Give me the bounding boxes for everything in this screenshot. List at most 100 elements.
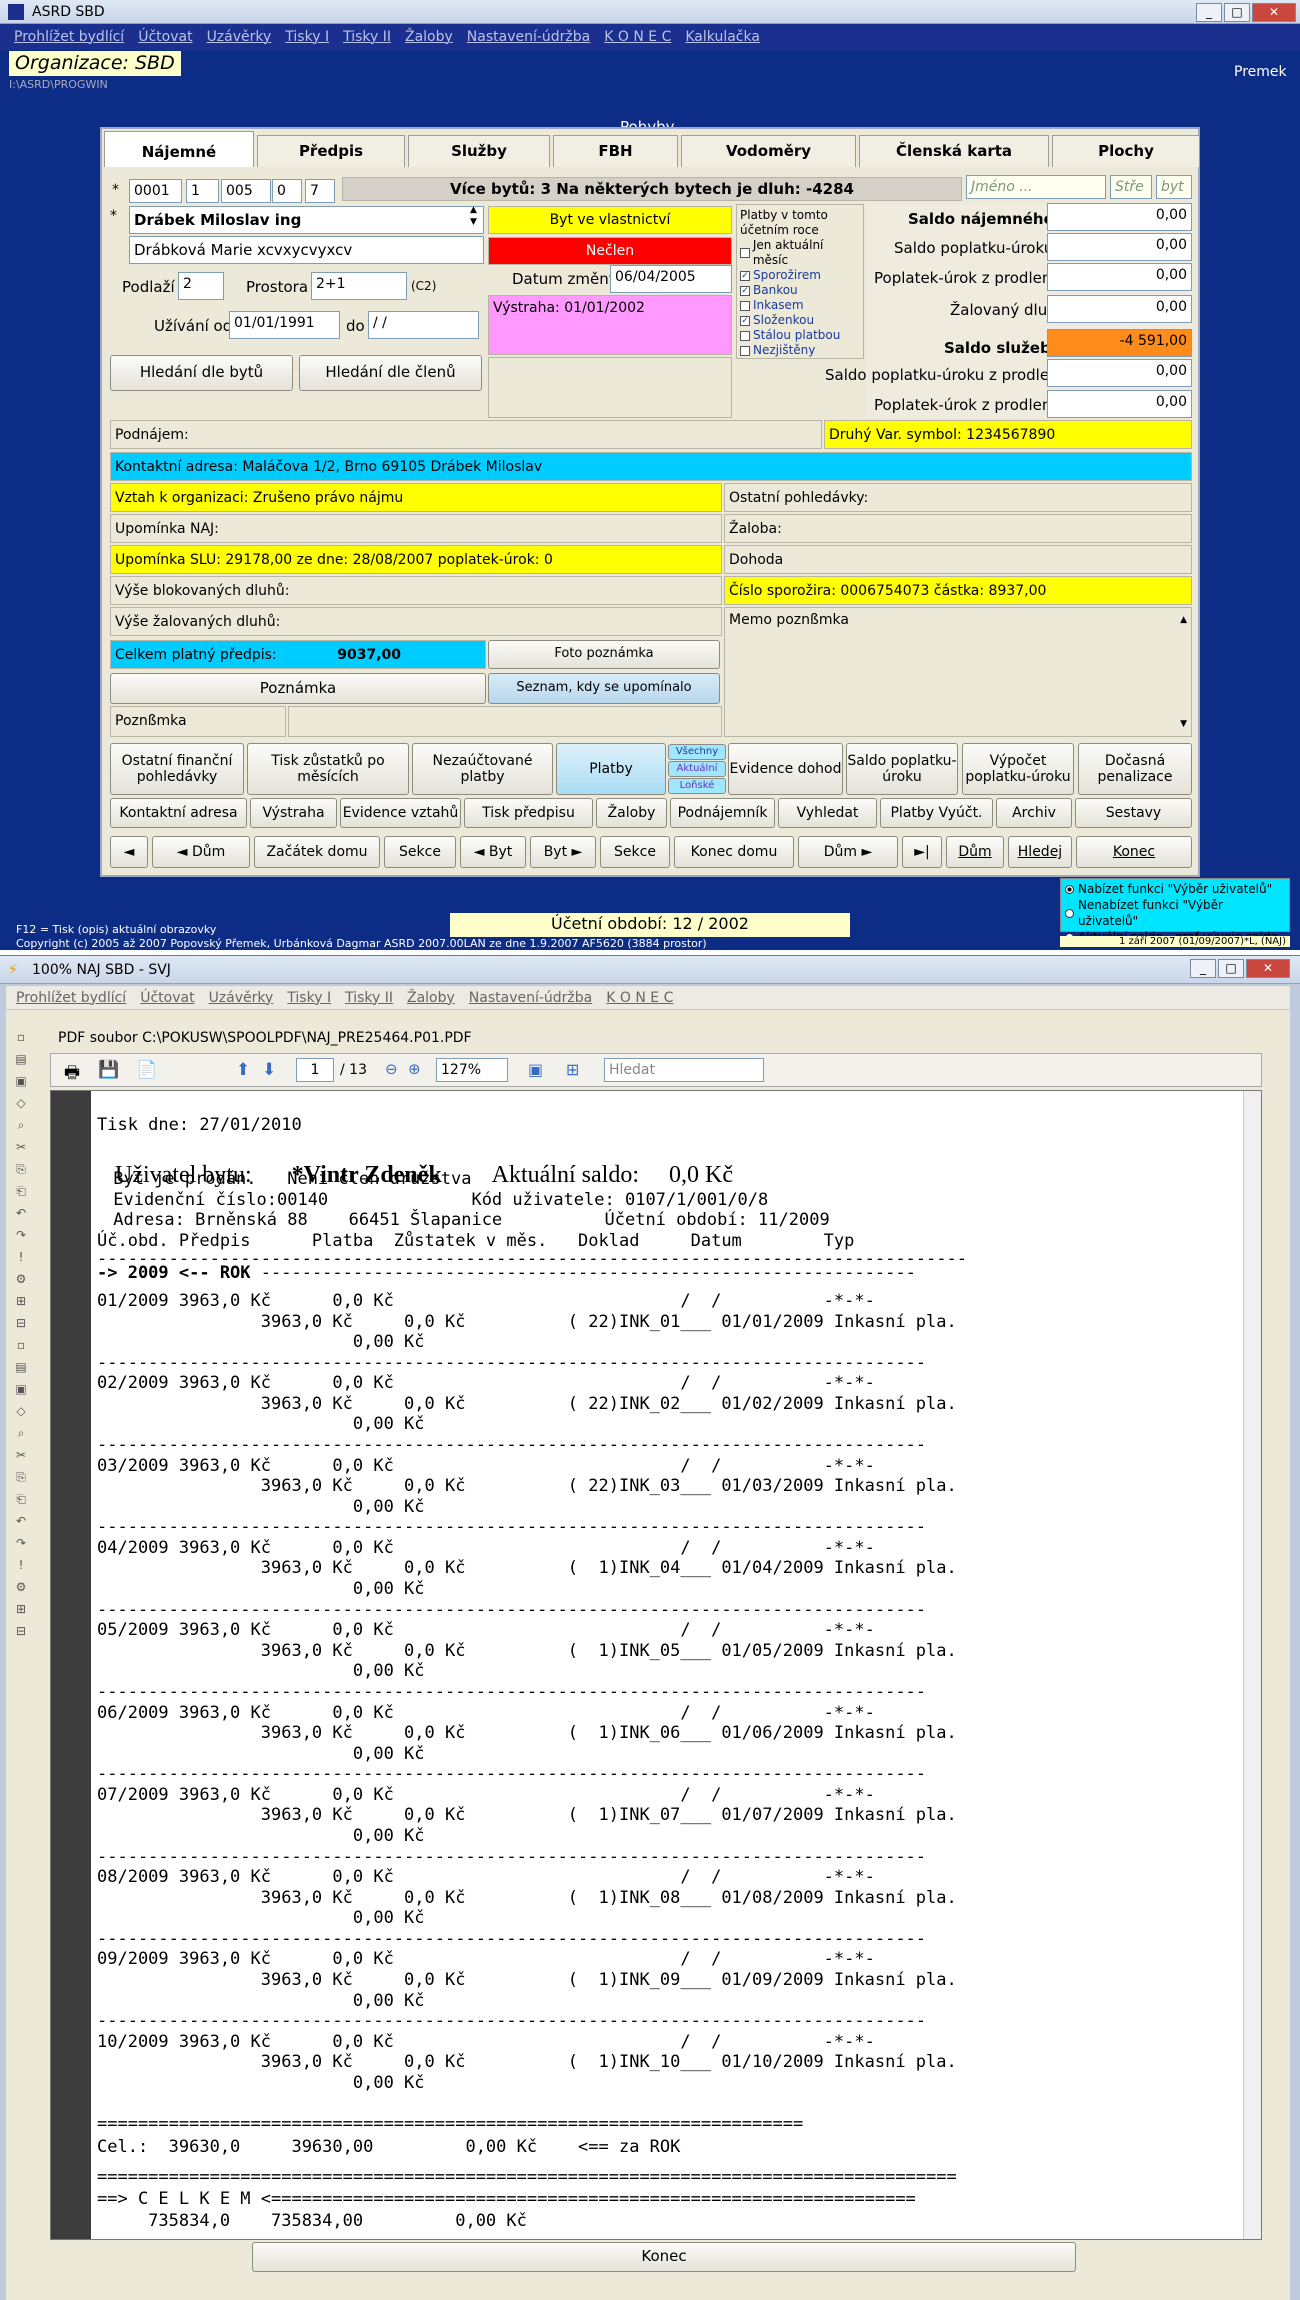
tab-0[interactable]: Nájemné xyxy=(104,131,254,167)
tool-icon[interactable]: ✂ xyxy=(8,1136,34,1158)
payment-option-1[interactable]: ✓ Sporožirem xyxy=(740,268,860,283)
late-fee-value[interactable]: 0,00 xyxy=(1047,263,1192,291)
tab-2[interactable]: Služby xyxy=(408,135,550,167)
btn-row3-3[interactable]: Sekce xyxy=(384,836,456,868)
menu-item-8[interactable]: Kalkulačka xyxy=(685,29,760,45)
payment-option-2[interactable]: ✓ Bankou xyxy=(740,283,860,298)
menu-item-4[interactable]: Tisky II xyxy=(343,29,391,45)
print-icon[interactable]: 🖶 xyxy=(64,1060,80,1089)
id-field-2[interactable]: 1 xyxy=(186,179,219,203)
photo-note-button[interactable]: Foto poznámka xyxy=(488,640,720,669)
tool-icon[interactable]: ▫ xyxy=(8,1026,34,1048)
btn-row1-7[interactable]: Dočasná penalizace xyxy=(1078,743,1192,795)
minimize2-button[interactable]: _ xyxy=(1190,959,1216,978)
id-field-1[interactable]: 0001 xyxy=(129,179,182,203)
checkbox-icon[interactable]: ✓ xyxy=(740,285,750,296)
contact-address-row[interactable]: Kontaktní adresa: Maláčova 1/2, Brno 691… xyxy=(110,452,1192,481)
floor-field[interactable]: 2 xyxy=(178,272,224,300)
btn-row1-1[interactable]: Tisk zůstatků po měsících xyxy=(247,743,409,795)
tool-icon[interactable]: ⎗ xyxy=(8,1488,34,1510)
radio-icon[interactable] xyxy=(1065,884,1074,894)
minimize-button[interactable]: _ xyxy=(1196,3,1222,22)
tab-4[interactable]: Vodoměry xyxy=(681,135,856,167)
btn-row1-6[interactable]: Výpočet poplatku-úroku xyxy=(962,743,1074,795)
export-icon[interactable]: 📄 xyxy=(136,1060,157,1080)
btn-row2-5[interactable]: Podnájemník xyxy=(670,798,775,828)
memo-scroll-down-icon[interactable]: ▼ xyxy=(1180,714,1187,734)
btn-row3-0[interactable]: ◄ xyxy=(110,836,148,868)
page-down-icon[interactable]: ⬇ xyxy=(262,1060,276,1080)
maximize-button[interactable]: □ xyxy=(1224,3,1250,22)
btn-row3-11[interactable]: Hledej xyxy=(1008,836,1072,868)
btn-row3-5[interactable]: Byt ► xyxy=(530,836,596,868)
btn-row1-2[interactable]: Nezaúčtované platby xyxy=(412,743,553,795)
tool-icon[interactable]: ⊟ xyxy=(8,1620,34,1642)
menu2-item-0[interactable]: Prohlížet bydlící xyxy=(16,990,126,1006)
savings-account-row[interactable]: Číslo sporožira: 0006754073 částka: 8937… xyxy=(724,576,1192,605)
saldo-services-value[interactable]: -4 591,00 xyxy=(1047,329,1192,357)
warning-box[interactable]: Výstraha: 01/01/2002 xyxy=(488,295,732,355)
btn-row3-6[interactable]: Sekce xyxy=(600,836,670,868)
relation-row[interactable]: Vztah k organizaci: Zrušeno právo nájmu xyxy=(110,483,722,512)
tool-icon[interactable]: ✂ xyxy=(8,1444,34,1466)
radio-option-0[interactable]: Nabízet funkci "Výběr uživatelů" xyxy=(1065,881,1285,897)
memo-box[interactable]: Memo poznßmka ▲ ▼ xyxy=(724,607,1192,737)
checkbox-icon[interactable] xyxy=(740,300,750,311)
id-field-3[interactable]: 005 xyxy=(221,179,271,203)
tab-6[interactable]: Plochy xyxy=(1052,135,1200,167)
tab-1[interactable]: Předpis xyxy=(257,135,405,167)
close-button[interactable]: ✕ xyxy=(1252,3,1296,22)
btn-row1-3[interactable]: Platby xyxy=(556,743,666,795)
tool-icon[interactable]: ↶ xyxy=(8,1510,34,1532)
tab-5[interactable]: Členská karta xyxy=(859,135,1049,167)
payment-option-6[interactable]: Nezjištěny xyxy=(740,343,860,358)
fit-width-icon[interactable]: ⊞ xyxy=(566,1060,579,1079)
menu2-item-4[interactable]: Tisky II xyxy=(345,990,393,1006)
checkbox-icon[interactable] xyxy=(740,345,750,356)
menu2-item-7[interactable]: K O N E C xyxy=(606,990,673,1006)
btn-row2-6[interactable]: Vyhledat xyxy=(778,798,877,828)
tenant-name-field[interactable]: Drábek Miloslav ing xyxy=(129,206,484,234)
tool-icon[interactable]: ⚙ xyxy=(8,1576,34,1598)
search-byt-input[interactable]: byt xyxy=(1156,175,1192,199)
tool-icon[interactable]: ⌕ xyxy=(8,1422,34,1444)
reminder-naj-row[interactable]: Upomínka NAJ: xyxy=(110,514,722,543)
saldo-rent-value[interactable]: 0,00 xyxy=(1047,203,1192,231)
btn-row3-7[interactable]: Konec domu xyxy=(674,836,794,868)
btn-row3-9[interactable]: ►| xyxy=(902,836,942,868)
btn-row2-2[interactable]: Evidence vztahů xyxy=(340,798,461,828)
menu-item-3[interactable]: Tisky I xyxy=(285,29,329,45)
menu-item-7[interactable]: K O N E C xyxy=(604,29,671,45)
btn-row2-0[interactable]: Kontaktní adresa xyxy=(110,798,247,828)
id-field-4[interactable]: 0 xyxy=(272,179,302,203)
platby-filter-2[interactable]: Loňské xyxy=(668,778,726,794)
tool-icon[interactable]: ↷ xyxy=(8,1224,34,1246)
pdf-search-input[interactable]: Hledat xyxy=(604,1058,764,1082)
btn-row3-8[interactable]: Dům ► xyxy=(798,836,898,868)
sued-debts-row[interactable]: Výše žalovaných dluhů: xyxy=(110,607,722,636)
radio-option-1[interactable]: Nenabízet funkci "Výběr uživatelů" xyxy=(1065,897,1285,929)
tab-3[interactable]: FBH xyxy=(553,135,678,167)
note-button[interactable]: Poznámka xyxy=(110,673,486,704)
search-name-input[interactable]: Jméno ... xyxy=(966,175,1106,199)
tool-icon[interactable]: ⎘ xyxy=(8,1466,34,1488)
tool-icon[interactable]: ↷ xyxy=(8,1532,34,1554)
platby-filter-1[interactable]: Aktuální xyxy=(668,761,726,777)
reminder-slu-row[interactable]: Upomínka SLU: 29178,00 ze dne: 28/08/200… xyxy=(110,545,722,574)
tool-icon[interactable]: ▤ xyxy=(8,1048,34,1070)
pdf-scrollbar[interactable] xyxy=(1243,1091,1261,2239)
btn-row2-1[interactable]: Výstraha xyxy=(250,798,337,828)
tool-icon[interactable]: ⊟ xyxy=(8,1312,34,1334)
zoom-select[interactable]: 127% xyxy=(436,1058,508,1082)
page-up-icon[interactable]: ⬆ xyxy=(236,1060,250,1080)
change-date-field[interactable]: 06/04/2005 xyxy=(610,265,732,293)
tool-icon[interactable]: ⌕ xyxy=(8,1114,34,1136)
checkbox-icon[interactable]: ✓ xyxy=(740,315,750,326)
page-number-input[interactable]: 1 xyxy=(296,1058,334,1082)
tool-icon[interactable]: ⎘ xyxy=(8,1158,34,1180)
zoom-out-icon[interactable]: ⊖ xyxy=(385,1060,398,1078)
saldo-fee-value[interactable]: 0,00 xyxy=(1047,233,1192,261)
menu-item-2[interactable]: Uzávěrky xyxy=(207,29,272,45)
menu2-item-6[interactable]: Nastavení-údržba xyxy=(469,990,592,1006)
close2-button[interactable]: ✕ xyxy=(1246,959,1290,978)
